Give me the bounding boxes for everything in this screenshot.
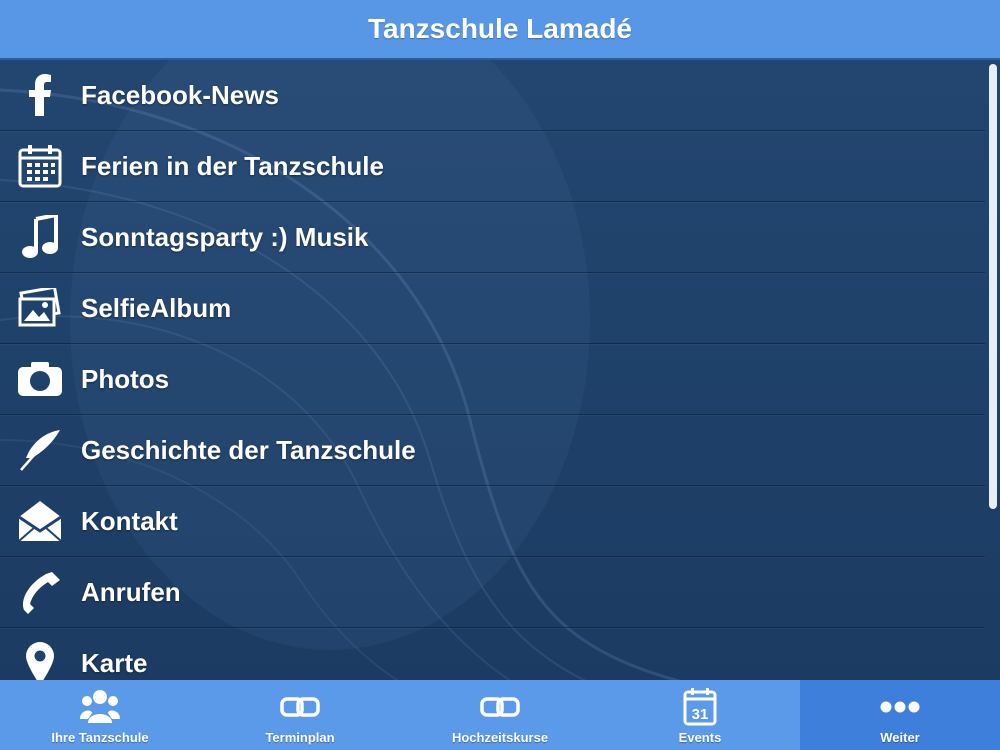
- tab-hochzeitskurse[interactable]: Hochzeitskurse: [400, 680, 600, 750]
- tab-label: Hochzeitskurse: [451, 730, 549, 745]
- map-pin-icon: [17, 640, 63, 680]
- tab-ihre-tanzschule[interactable]: Ihre Tanzschule: [0, 680, 200, 750]
- tab-label: Terminplan: [265, 730, 335, 745]
- menu-list: Facebook-News Ferien in der Tanzschule S…: [0, 60, 985, 680]
- menu-item-facebook-news[interactable]: Facebook-News: [0, 60, 985, 131]
- menu-item-label: SelfieAlbum: [81, 292, 232, 323]
- music-note-icon: [17, 214, 63, 260]
- scrollbar[interactable]: [989, 64, 997, 509]
- envelope-icon: [17, 498, 63, 544]
- link-icon: [280, 687, 320, 727]
- page-title: Tanzschule Lamadé: [367, 13, 632, 44]
- menu-item-label: Sonntagsparty :) Musik: [81, 221, 369, 252]
- menu-item-anrufen[interactable]: Anrufen: [0, 557, 985, 628]
- camera-icon: [17, 356, 63, 402]
- calendar-31-icon: 31: [683, 687, 717, 727]
- photo-album-icon: [17, 285, 63, 331]
- menu-item-kontakt[interactable]: Kontakt: [0, 486, 985, 557]
- link-icon: [480, 687, 520, 727]
- calendar-day-number: 31: [692, 706, 709, 723]
- tab-weiter[interactable]: Weiter: [800, 680, 1000, 750]
- menu-item-sonntagsparty[interactable]: Sonntagsparty :) Musik: [0, 202, 985, 273]
- feather-icon: [17, 427, 63, 473]
- bottom-tab-bar: Ihre Tanzschule Terminplan Hochzeitskurs…: [0, 680, 1000, 750]
- menu-item-geschichte[interactable]: Geschichte der Tanzschule: [0, 415, 985, 486]
- more-dots-icon: [880, 687, 920, 727]
- menu-item-label: Karte: [81, 647, 148, 678]
- menu-item-karte[interactable]: Karte: [0, 628, 985, 680]
- menu-item-label: Kontakt: [81, 505, 178, 536]
- tab-events[interactable]: 31 Events: [600, 680, 800, 750]
- people-icon: [80, 687, 120, 727]
- menu-item-photos[interactable]: Photos: [0, 344, 985, 415]
- tab-label: Events: [678, 730, 722, 745]
- facebook-icon: [17, 72, 63, 118]
- tab-label: Weiter: [880, 730, 920, 745]
- menu-item-label: Ferien in der Tanzschule: [81, 150, 384, 181]
- menu-item-ferien[interactable]: Ferien in der Tanzschule: [0, 131, 985, 202]
- menu-item-label: Geschichte der Tanzschule: [81, 434, 416, 465]
- menu-panel: Facebook-News Ferien in der Tanzschule S…: [0, 60, 1000, 680]
- menu-item-label: Anrufen: [81, 576, 181, 607]
- tab-label: Ihre Tanzschule: [51, 730, 149, 745]
- phone-icon: [17, 569, 63, 615]
- app-header: Tanzschule Lamadé: [0, 0, 1000, 60]
- tab-terminplan[interactable]: Terminplan: [200, 680, 400, 750]
- menu-item-label: Facebook-News: [81, 79, 279, 110]
- menu-item-selfiealbum[interactable]: SelfieAlbum: [0, 273, 985, 344]
- menu-item-label: Photos: [81, 363, 170, 394]
- calendar-icon: [17, 143, 63, 189]
